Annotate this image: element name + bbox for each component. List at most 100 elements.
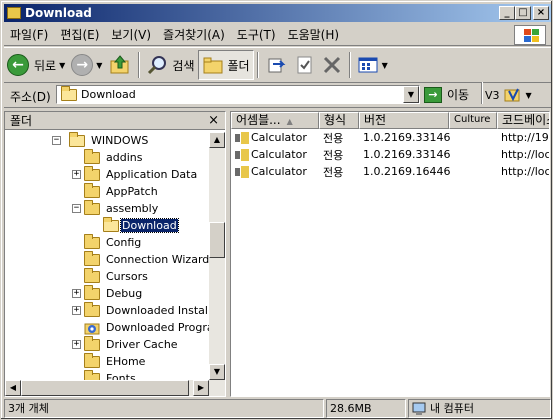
- scroll-up-button[interactable]: ▲: [209, 132, 225, 148]
- tree-item-label: Cursors: [106, 270, 148, 283]
- folders-icon: [203, 57, 222, 74]
- folder-icon: [84, 267, 100, 283]
- tree-item-label: Driver Cache: [106, 338, 178, 351]
- search-button[interactable]: 검색: [143, 50, 197, 80]
- tree-item-label: addins: [106, 151, 143, 164]
- menu-file[interactable]: 파일(F): [4, 26, 54, 43]
- expand-icon[interactable]: +: [72, 170, 81, 179]
- views-icon: [358, 57, 378, 73]
- tree-item-application-data[interactable]: + Application Data: [72, 165, 198, 183]
- tree-item-windows[interactable]: − WINDOWS: [52, 132, 149, 149]
- tree-item-assembly[interactable]: − assembly: [72, 199, 159, 217]
- views-dropdown-icon[interactable]: ▼: [382, 61, 388, 70]
- assembly-type: 전용: [323, 131, 344, 145]
- minimize-button[interactable]: _: [499, 6, 515, 20]
- folders-pane-header: 폴더 ×: [5, 112, 225, 130]
- tree-item-downloaded-installations[interactable]: + Downloaded Installations: [72, 301, 209, 319]
- expand-icon[interactable]: +: [72, 306, 81, 315]
- menu-edit[interactable]: 편집(E): [54, 26, 105, 43]
- column-label: 어셈블...: [236, 113, 281, 127]
- title-bar[interactable]: Download _ □ ×: [4, 4, 551, 22]
- toolbar-separator: [138, 52, 141, 78]
- assembly-name: Calculator: [251, 148, 307, 161]
- tree-item-label: Application Data: [106, 168, 198, 181]
- address-label: 주소(D): [10, 90, 51, 104]
- collapse-icon[interactable]: −: [72, 204, 81, 213]
- folders-button[interactable]: 폴더: [197, 50, 254, 80]
- forward-button[interactable]: → ▼: [68, 50, 105, 80]
- tree-item-addins[interactable]: addins: [84, 148, 143, 166]
- expand-icon[interactable]: +: [72, 289, 81, 298]
- column-header-assembly[interactable]: 어셈블... ▲: [231, 112, 319, 129]
- expand-icon[interactable]: +: [72, 340, 81, 349]
- scroll-left-button[interactable]: ◀: [5, 380, 21, 396]
- tree-item-fonts[interactable]: Fonts: [84, 369, 137, 380]
- assembly-type: 전용: [323, 148, 344, 162]
- back-button[interactable]: ← 뒤로 ▼: [4, 50, 68, 80]
- go-arrow-icon: →: [424, 86, 442, 103]
- scroll-right-button[interactable]: ▶: [193, 380, 209, 396]
- assembly-icon: [235, 131, 249, 144]
- tree-item-connection-wizard[interactable]: Connection Wizard: [84, 250, 209, 268]
- move-to-button[interactable]: [262, 50, 290, 80]
- column-header-version[interactable]: 버전: [359, 112, 449, 129]
- close-button[interactable]: ×: [533, 6, 549, 20]
- toolbar-separator: [256, 52, 259, 78]
- v3-dropdown-icon[interactable]: ▼: [526, 91, 532, 100]
- forward-dropdown-icon[interactable]: ▼: [96, 61, 102, 70]
- status-size: 28.6MB: [326, 399, 406, 418]
- windows-logo-icon: [514, 25, 546, 45]
- folder-up-icon: [110, 55, 129, 74]
- tree-item-downloaded-program-files[interactable]: Downloaded Program Files: [84, 319, 209, 336]
- folders-pane-close-icon[interactable]: ×: [208, 113, 219, 128]
- tree-vertical-scrollbar[interactable]: ▲ ▼: [209, 132, 225, 380]
- menu-help[interactable]: 도움말(H): [282, 26, 346, 43]
- tree-item-cursors[interactable]: Cursors: [84, 267, 149, 285]
- column-header-culture[interactable]: Culture: [449, 112, 497, 129]
- v3-icon: [504, 88, 520, 102]
- tree-item-label: Connection Wizard: [106, 253, 209, 266]
- list-item[interactable]: Calculator 전용 1.0.2169.33146 http://loc: [231, 146, 549, 163]
- address-separator: [481, 82, 483, 104]
- address-dropdown-button[interactable]: ▼: [403, 86, 419, 103]
- menu-view[interactable]: 보기(V): [105, 26, 157, 43]
- up-button[interactable]: [105, 50, 135, 80]
- column-header-codebase[interactable]: 코드베이스: [497, 112, 549, 129]
- tree-horizontal-scrollbar[interactable]: ◀ ▶: [5, 380, 225, 396]
- go-button[interactable]: → 이동: [424, 86, 469, 103]
- list-item[interactable]: Calculator 전용 1.0.2169.16446 http://loc: [231, 163, 550, 180]
- back-arrow-icon: ←: [7, 54, 29, 76]
- address-input[interactable]: Download ▼: [56, 85, 420, 104]
- v3-toolbar-button[interactable]: V3 ▼: [485, 87, 532, 103]
- folder-icon: [84, 250, 100, 266]
- delete-button[interactable]: [318, 50, 346, 80]
- assembly-version: 1.0.2169.33146: [363, 148, 451, 161]
- folder-icon: [84, 233, 100, 249]
- status-location-label: 내 컴퓨터: [430, 401, 474, 415]
- menu-favorites[interactable]: 즐겨찾기(A): [157, 26, 231, 43]
- collapse-icon[interactable]: −: [52, 136, 61, 145]
- tree-item-config[interactable]: Config: [84, 233, 142, 251]
- scroll-thumb[interactable]: [209, 222, 225, 258]
- copy-to-button[interactable]: [290, 50, 318, 80]
- assembly-codebase: http://192: [501, 131, 549, 144]
- status-location: 내 컴퓨터: [408, 399, 551, 418]
- menu-tools[interactable]: 도구(T): [231, 26, 282, 43]
- views-button[interactable]: ▼: [354, 50, 391, 80]
- search-label: 검색: [172, 58, 195, 73]
- tree-item-label: EHome: [106, 355, 146, 368]
- tree-item-debug[interactable]: + Debug: [72, 284, 143, 302]
- assembly-codebase: http://loc: [501, 165, 550, 178]
- explorer-window: Download _ □ × 파일(F) 편집(E) 보기(V) 즐겨찾기(A)…: [0, 0, 553, 420]
- tree-item-download[interactable]: Download: [103, 216, 179, 234]
- back-dropdown-icon[interactable]: ▼: [59, 61, 65, 70]
- tree-item-ehome[interactable]: EHome: [84, 352, 146, 370]
- column-header-type[interactable]: 형식: [319, 112, 359, 129]
- scroll-thumb[interactable]: [21, 380, 189, 396]
- list-item[interactable]: Calculator 전용 1.0.2169.33146 http://192: [231, 129, 549, 146]
- maximize-button[interactable]: □: [515, 6, 531, 20]
- tree-item-apppatch[interactable]: AppPatch: [84, 182, 159, 200]
- scroll-down-button[interactable]: ▼: [209, 364, 225, 380]
- folder-icon: [84, 284, 100, 300]
- tree-item-driver-cache[interactable]: + Driver Cache: [72, 335, 179, 353]
